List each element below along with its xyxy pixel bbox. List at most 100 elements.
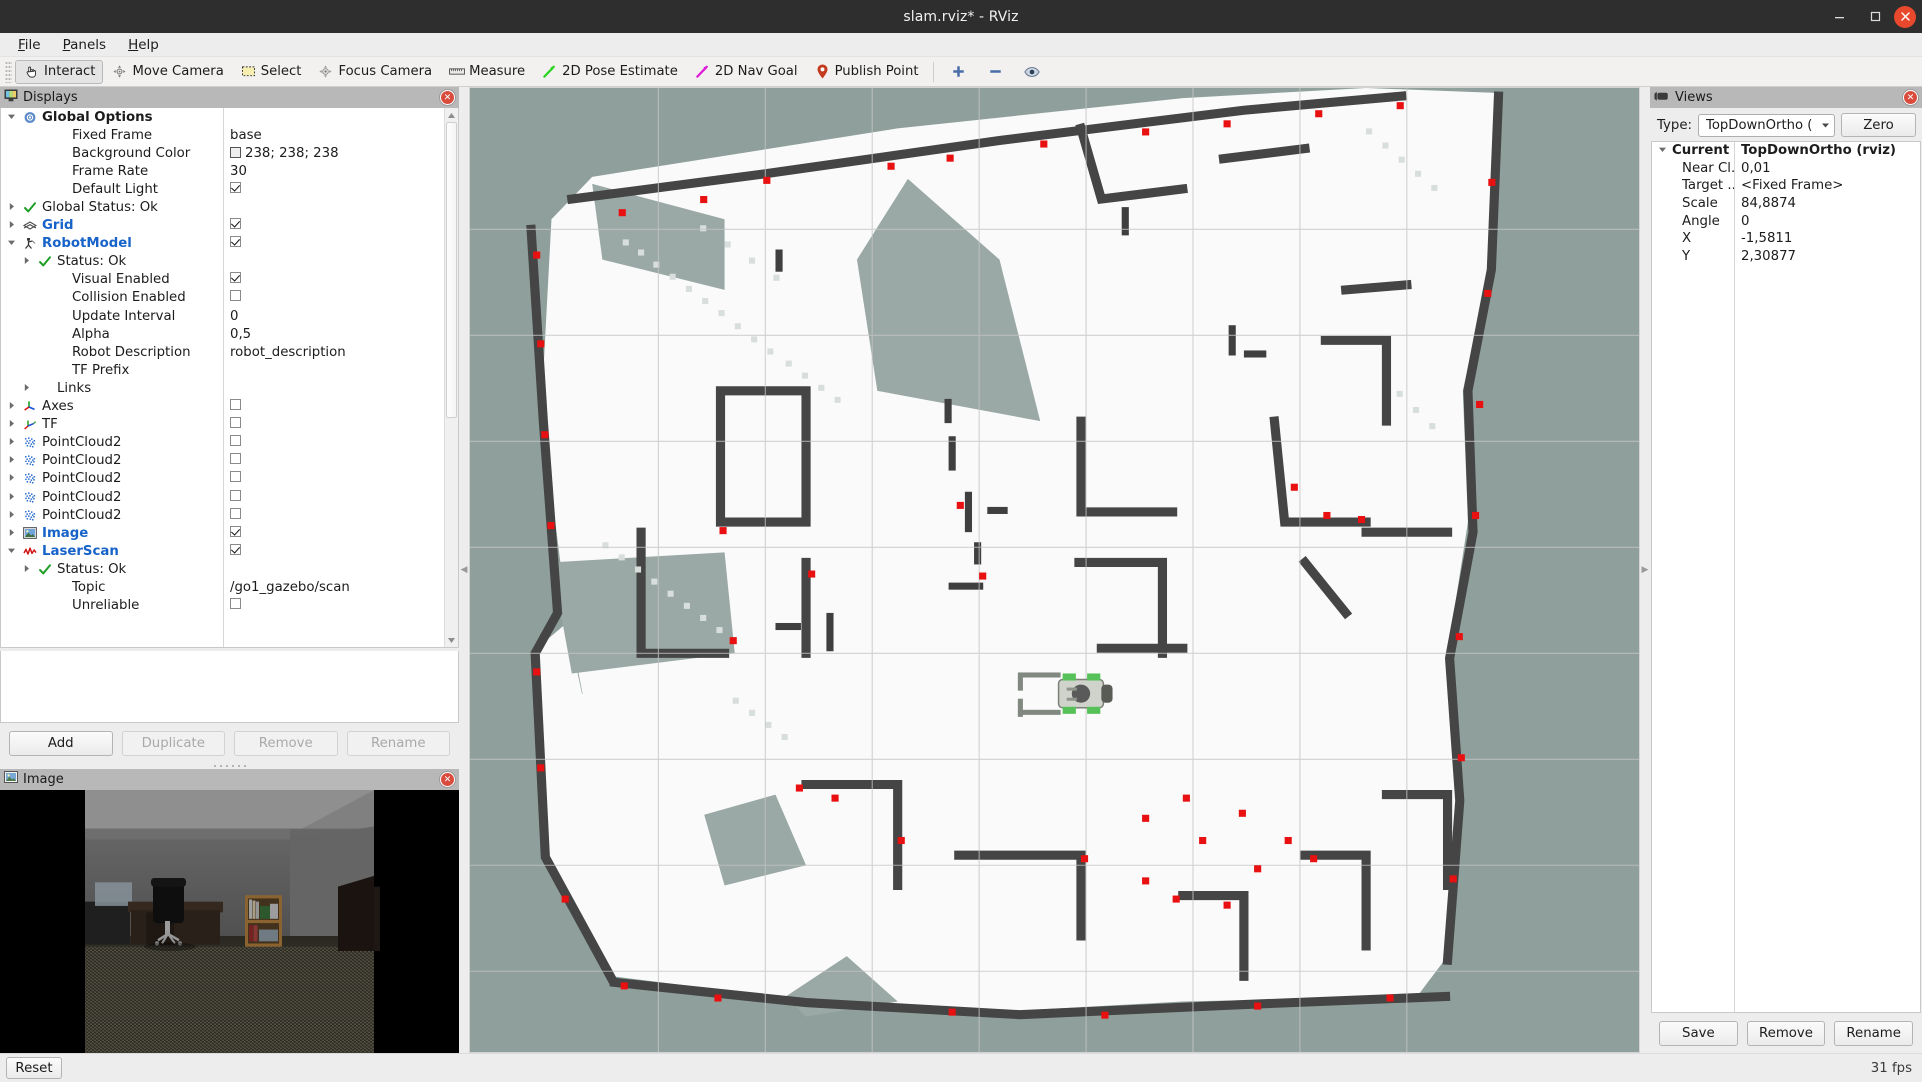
displays-row-value[interactable] bbox=[223, 417, 444, 432]
displays-row-value[interactable] bbox=[223, 543, 444, 559]
displays-row[interactable]: Frame Rate 30 bbox=[1, 162, 444, 180]
displays-row[interactable]: Default Light bbox=[1, 180, 444, 198]
expand-down-icon[interactable] bbox=[7, 546, 18, 557]
views-row[interactable]: Scale 84,8874 bbox=[1652, 195, 1920, 213]
views-row[interactable]: X -1,5811 bbox=[1652, 230, 1920, 248]
displays-row[interactable]: LaserScan bbox=[1, 542, 444, 560]
displays-row-value[interactable] bbox=[223, 181, 444, 197]
checkbox[interactable] bbox=[230, 598, 241, 610]
displays-row[interactable]: Unreliable bbox=[1, 597, 444, 615]
expand-right-icon[interactable] bbox=[22, 564, 33, 575]
checkbox[interactable] bbox=[230, 525, 241, 537]
checkbox[interactable] bbox=[230, 507, 241, 519]
displays-tree[interactable]: Global Options Fixed Frame base Background … bbox=[1, 108, 444, 647]
displays-row[interactable]: Global Options bbox=[1, 108, 444, 126]
displays-row-value[interactable] bbox=[223, 236, 444, 251]
displays-row[interactable]: Robot Description robot_description bbox=[1, 343, 444, 361]
views-row-value[interactable]: 0 bbox=[1734, 214, 1920, 229]
right-splitter[interactable]: ▶ bbox=[1640, 87, 1650, 1053]
displays-row[interactable]: TF Prefix bbox=[1, 361, 444, 379]
displays-row-value[interactable] bbox=[223, 290, 444, 305]
displays-row-value[interactable]: 238; 238; 238 bbox=[223, 146, 444, 161]
views-row-value[interactable]: 84,8874 bbox=[1734, 196, 1920, 211]
displays-row[interactable]: PointCloud2 bbox=[1, 506, 444, 524]
displays-row[interactable]: PointCloud2 bbox=[1, 434, 444, 452]
displays-row[interactable]: Background Color 238; 238; 238 bbox=[1, 144, 444, 162]
displays-row-value[interactable]: /go1_gazebo/scan bbox=[223, 580, 444, 595]
tool-measure[interactable]: Measure bbox=[440, 60, 533, 84]
expand-right-icon[interactable] bbox=[7, 455, 18, 466]
views-row-value[interactable]: -1,5811 bbox=[1734, 231, 1920, 246]
displays-row-value[interactable]: robot_description bbox=[223, 345, 444, 360]
displays-row-value[interactable]: 0,5 bbox=[223, 327, 444, 342]
expand-right-icon[interactable] bbox=[7, 202, 18, 213]
displays-row[interactable]: Axes bbox=[1, 398, 444, 416]
scrollbar-thumb[interactable] bbox=[446, 122, 457, 419]
displays-row-value[interactable] bbox=[223, 453, 444, 468]
expand-down-icon[interactable] bbox=[7, 238, 18, 249]
checkbox[interactable] bbox=[230, 417, 241, 429]
expand-down-icon[interactable] bbox=[7, 112, 18, 123]
checkbox[interactable] bbox=[230, 435, 241, 447]
color-swatch[interactable] bbox=[230, 146, 241, 158]
expand-right-icon[interactable] bbox=[7, 510, 18, 521]
left-splitter[interactable]: ◀ bbox=[459, 87, 469, 1053]
tool-focus-camera[interactable]: Focus Camera bbox=[309, 60, 440, 84]
displays-row-value[interactable]: base bbox=[223, 128, 444, 143]
checkbox[interactable] bbox=[230, 236, 241, 248]
displays-row[interactable]: RobotModel bbox=[1, 235, 444, 253]
expand-right-icon[interactable] bbox=[7, 401, 18, 412]
displays-row[interactable]: Alpha 0,5 bbox=[1, 325, 444, 343]
tool-interact[interactable]: Interact bbox=[15, 59, 104, 84]
displays-row[interactable]: Global Status: Ok bbox=[1, 198, 444, 216]
displays-row-value[interactable] bbox=[223, 218, 444, 233]
displays-row-value[interactable] bbox=[223, 272, 444, 287]
reset-button[interactable]: Reset bbox=[6, 1057, 62, 1079]
menu-panels[interactable]: Panels bbox=[53, 34, 116, 56]
toolbar-eye-button[interactable] bbox=[1014, 60, 1051, 84]
views-row-value[interactable]: TopDownOrtho (rviz) bbox=[1734, 143, 1920, 158]
displays-row[interactable]: PointCloud2 bbox=[1, 452, 444, 470]
expand-right-icon[interactable] bbox=[7, 419, 18, 430]
views-save-button[interactable]: Save bbox=[1659, 1021, 1738, 1046]
checkbox[interactable] bbox=[230, 543, 241, 555]
expand-right-icon[interactable] bbox=[7, 492, 18, 503]
displays-row[interactable]: Fixed Frame base bbox=[1, 126, 444, 144]
displays-scrollbar[interactable] bbox=[444, 108, 458, 647]
displays-row-value[interactable]: 0 bbox=[223, 309, 444, 324]
views-properties-tree[interactable]: Current V...TopDownOrtho (rviz)Near Cl..… bbox=[1651, 141, 1921, 1013]
displays-row[interactable]: Visual Enabled bbox=[1, 271, 444, 289]
checkbox[interactable] bbox=[230, 181, 241, 193]
views-row[interactable]: Near Cl...0,01 bbox=[1652, 160, 1920, 178]
displays-row-value[interactable]: 30 bbox=[223, 164, 444, 179]
tool-select[interactable]: Select bbox=[232, 60, 310, 84]
toolbar-plus-button[interactable] bbox=[940, 60, 977, 84]
displays-row-value[interactable] bbox=[223, 598, 444, 613]
scroll-up-icon[interactable] bbox=[445, 108, 458, 122]
checkbox[interactable] bbox=[230, 272, 241, 284]
displays-row[interactable]: Image bbox=[1, 524, 444, 542]
checkbox[interactable] bbox=[230, 290, 241, 302]
minimize-button[interactable] bbox=[1822, 3, 1856, 30]
image-panel-close-icon[interactable]: ✕ bbox=[440, 772, 455, 787]
views-row-value[interactable]: 2,30877 bbox=[1734, 249, 1920, 264]
expand-right-icon[interactable] bbox=[22, 383, 33, 394]
menu-file[interactable]: File bbox=[8, 34, 51, 56]
displays-row[interactable]: PointCloud2 bbox=[1, 470, 444, 488]
expand-right-icon[interactable] bbox=[7, 220, 18, 231]
displays-row[interactable]: Grid bbox=[1, 217, 444, 235]
tool-move-camera[interactable]: Move Camera bbox=[103, 60, 231, 84]
displays-row[interactable]: PointCloud2 bbox=[1, 488, 444, 506]
view-type-combobox[interactable]: TopDownOrtho ( bbox=[1698, 113, 1835, 137]
tool-2d-pose-estimate[interactable]: 2D Pose Estimate bbox=[533, 60, 686, 84]
views-row[interactable]: Angle 0 bbox=[1652, 212, 1920, 230]
tool-publish-point[interactable]: Publish Point bbox=[806, 60, 927, 84]
displays-row-value[interactable] bbox=[223, 435, 444, 450]
add-button[interactable]: Add bbox=[9, 731, 113, 756]
views-row-value[interactable]: 0,01 bbox=[1734, 161, 1920, 176]
checkbox[interactable] bbox=[230, 218, 241, 230]
displays-close-icon[interactable]: ✕ bbox=[440, 90, 455, 105]
displays-row[interactable]: TF bbox=[1, 416, 444, 434]
tool-2d-nav-goal[interactable]: 2D Nav Goal bbox=[686, 60, 806, 84]
checkbox[interactable] bbox=[230, 399, 241, 411]
